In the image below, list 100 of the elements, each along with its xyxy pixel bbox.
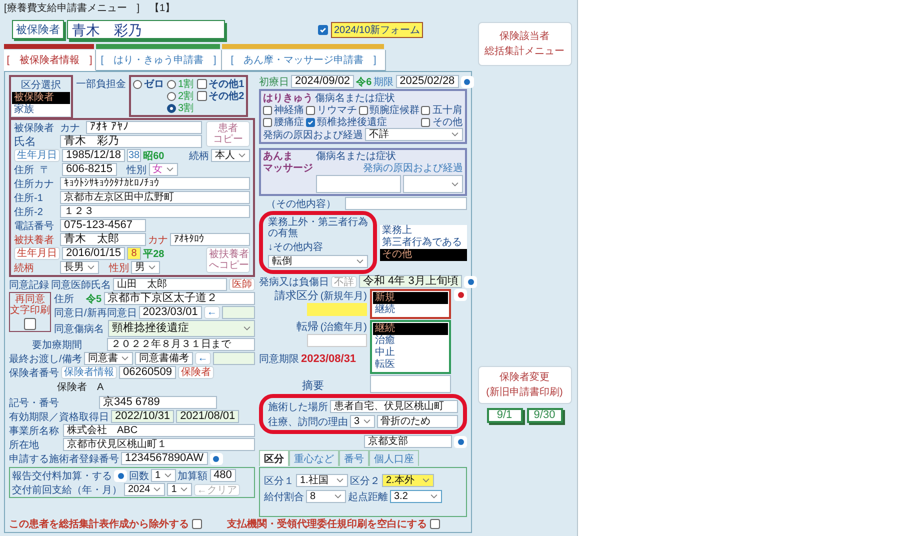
arrow-button[interactable]: ← bbox=[194, 352, 211, 365]
radio-button[interactable] bbox=[167, 92, 176, 100]
radio-button[interactable] bbox=[167, 80, 176, 88]
checkbox[interactable] bbox=[306, 106, 315, 114]
dropdown[interactable]: 頸椎捻挫後遺症 bbox=[108, 320, 255, 337]
input-field[interactable]: 2022/10/31 bbox=[111, 410, 174, 423]
input-field[interactable]: 606-8215 bbox=[62, 163, 116, 176]
tab[interactable]: 区分 bbox=[259, 450, 289, 466]
list-option[interactable]: 新規 bbox=[373, 292, 448, 304]
dropdown[interactable]: 長男 bbox=[60, 261, 99, 274]
dropdown[interactable]: 転倒 bbox=[268, 255, 368, 268]
checkbox[interactable] bbox=[24, 318, 36, 330]
arrow-button[interactable]: ← bbox=[204, 306, 220, 319]
tab[interactable]: [ あん摩・マッサージ申請書 ] bbox=[222, 50, 386, 71]
list-option[interactable]: 被保険者 bbox=[12, 92, 70, 104]
input-field[interactable]: 令和 4年 3月上旬頃 bbox=[359, 275, 462, 288]
date-button[interactable]: 9/30 bbox=[526, 408, 562, 423]
list-option[interactable]: 継続 bbox=[373, 304, 448, 316]
input-field[interactable]: １２３ bbox=[60, 205, 250, 218]
input-field[interactable]: 京都市左京区田中広野町 bbox=[60, 191, 250, 204]
list-option[interactable]: 治癒 bbox=[373, 335, 448, 347]
checkbox[interactable] bbox=[421, 106, 430, 114]
tab[interactable]: 番号 bbox=[339, 450, 369, 466]
insurer-button[interactable]: 保険者 bbox=[178, 366, 214, 379]
list-box[interactable]: 被保険者 家族 bbox=[12, 92, 70, 116]
tab[interactable]: 個人口座 bbox=[369, 450, 419, 466]
insurer-change-button[interactable]: 保険者変更 (新旧申請書印刷) bbox=[478, 366, 572, 404]
input-field[interactable]: 2024/09/02 bbox=[291, 75, 354, 88]
dropdown[interactable]: 同意書 bbox=[84, 352, 133, 365]
tab[interactable]: [ はり・きゅう申請書 ] bbox=[96, 50, 222, 71]
checkbox[interactable] bbox=[318, 24, 328, 34]
input-field[interactable]: 2023/03/01 bbox=[138, 306, 202, 319]
patient-copy-button[interactable]: 患者 コピー bbox=[206, 121, 250, 147]
dot-button[interactable] bbox=[460, 76, 474, 88]
input-field[interactable] bbox=[212, 352, 255, 365]
dropdown[interactable]: 2024 bbox=[124, 483, 166, 496]
summary-menu-button[interactable]: 保険該当者 総括集計メニュー bbox=[478, 22, 572, 66]
dropdown[interactable]: 3 bbox=[350, 415, 375, 428]
list-option[interactable]: 中止 bbox=[373, 347, 448, 359]
list-option[interactable]: その他 bbox=[380, 248, 467, 260]
insurer-info-button[interactable]: 保険者情報 bbox=[61, 366, 117, 379]
dropdown[interactable]: 1 bbox=[167, 483, 192, 496]
input-field[interactable]: 06260509 bbox=[119, 366, 176, 379]
list-option[interactable]: 業務上 bbox=[380, 224, 467, 236]
input-field[interactable]: ｱｵｷﾀﾛｳ bbox=[170, 233, 250, 246]
birthdate-button[interactable]: 生年月日 bbox=[14, 149, 60, 162]
checkbox[interactable] bbox=[192, 518, 202, 528]
input-field[interactable] bbox=[345, 197, 467, 210]
dot-button[interactable] bbox=[454, 289, 467, 301]
birthdate-button[interactable]: 生年月日 bbox=[14, 247, 60, 260]
list-box[interactable]: 新規 継続 bbox=[370, 289, 451, 319]
input-field[interactable]: 山田 太郎 bbox=[113, 278, 227, 291]
dot-button[interactable] bbox=[210, 452, 222, 464]
dropdown[interactable]: 3.2 bbox=[390, 490, 442, 503]
list-option[interactable]: 転医 bbox=[373, 359, 448, 371]
input-field[interactable]: 1985/12/18 bbox=[62, 149, 126, 162]
dot-button[interactable] bbox=[114, 470, 127, 482]
list-box[interactable]: 継続 治癒 中止 転医 bbox=[370, 320, 451, 374]
list-option[interactable]: 第三者行為である bbox=[380, 236, 467, 248]
dropdown[interactable]: 2.本外 bbox=[382, 474, 434, 487]
input-field[interactable]: 2025/02/28 bbox=[396, 75, 459, 88]
dropdown[interactable]: 8 bbox=[306, 490, 346, 503]
input-field[interactable] bbox=[222, 306, 255, 319]
input-field[interactable]: 株式会社 ABC bbox=[63, 424, 255, 437]
input-field[interactable]: 2021/08/01 bbox=[176, 410, 240, 423]
input-field[interactable]: 075-123-4567 bbox=[60, 219, 146, 232]
date-button[interactable]: 9/1 bbox=[486, 408, 522, 423]
checkbox[interactable] bbox=[430, 518, 440, 528]
checkbox[interactable] bbox=[263, 106, 272, 114]
checkbox[interactable] bbox=[196, 79, 207, 89]
dropdown[interactable]: 男 bbox=[131, 261, 160, 274]
checkbox[interactable] bbox=[196, 91, 207, 101]
radio-button[interactable] bbox=[167, 104, 176, 112]
checkbox[interactable] bbox=[263, 118, 272, 126]
checkbox[interactable] bbox=[306, 118, 315, 126]
input-field[interactable]: ｱｵｷ ｱﾔﾉ bbox=[86, 121, 202, 134]
input-field[interactable]: 1234567890AW bbox=[121, 452, 208, 465]
name-field[interactable]: 青木 彩乃 bbox=[67, 20, 225, 39]
input-field[interactable]: ｷｮｳﾄｼｻｷｮｳｸﾀﾅｶﾋﾛﾉﾁｮｳ bbox=[60, 177, 250, 190]
input-field[interactable]: 京都市下京区太子道２ bbox=[104, 292, 255, 305]
checkbox[interactable] bbox=[358, 106, 368, 114]
input-field[interactable]: 京都支部 bbox=[364, 435, 452, 448]
input-field[interactable]: 480 bbox=[210, 469, 236, 482]
checkbox[interactable] bbox=[421, 118, 430, 126]
dot-button[interactable] bbox=[454, 436, 467, 448]
input-field[interactable]: 京345 6789 bbox=[99, 396, 217, 409]
input-field[interactable] bbox=[307, 334, 367, 347]
tab[interactable]: 重心など bbox=[289, 450, 339, 466]
input-field[interactable]: ２０２２年８月３１日まで bbox=[107, 338, 255, 351]
list-box[interactable]: 業務上 第三者行為である その他 bbox=[380, 224, 467, 260]
dropdown[interactable]: 女 bbox=[148, 163, 178, 176]
input-field[interactable] bbox=[316, 175, 401, 193]
list-option[interactable]: 家族 bbox=[12, 104, 70, 116]
dropdown[interactable]: 1 bbox=[151, 469, 176, 482]
dropdown[interactable]: 本人 bbox=[211, 149, 250, 162]
dropdown[interactable]: 1.社国 bbox=[296, 474, 348, 487]
dependent-copy-button[interactable]: 被扶養者 へコピー bbox=[206, 247, 250, 273]
input-field[interactable]: 患者自宅、伏見区桃山町 bbox=[330, 400, 458, 413]
input-field[interactable]: 京都市伏見区桃山町１ bbox=[63, 438, 255, 451]
input-field[interactable]: 骨折のため bbox=[376, 415, 458, 428]
